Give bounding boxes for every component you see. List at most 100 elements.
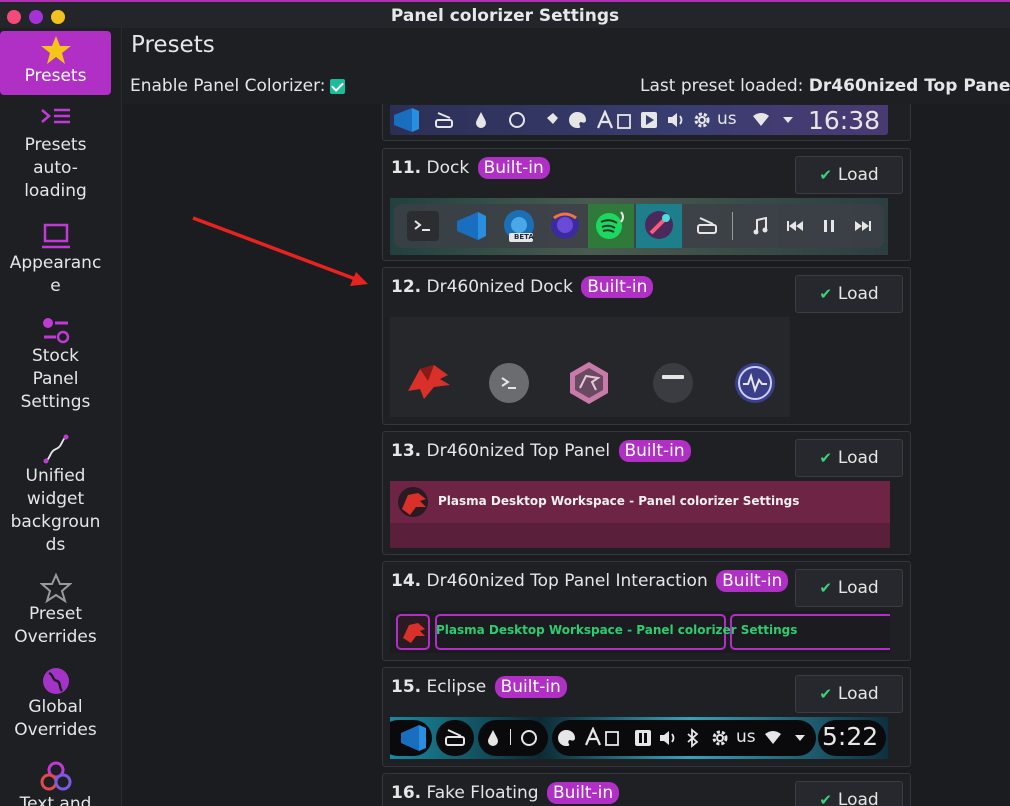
sidebar-item-label: ds <box>45 535 66 555</box>
color-circles-icon <box>40 761 71 791</box>
built-in-badge: Built-in <box>618 440 691 462</box>
star-outline-icon <box>39 573 72 603</box>
sidebar-item-stock-panel-settings[interactable]: Stock Panel Settings <box>0 315 111 414</box>
last-preset-status: Last preset loaded: Dr460nized Top Panel… <box>640 76 1010 96</box>
dragon-icon <box>403 623 425 643</box>
window-icon <box>653 363 693 403</box>
preset-name: Dr460nized Top Panel <box>426 441 611 461</box>
sidebar-item-presets[interactable]: Presets <box>0 31 111 95</box>
preset-title: 15. Eclipse Built-in <box>391 676 567 698</box>
dragon-icon <box>398 487 428 517</box>
preset-title: 12. Dr460nized Dock Built-in <box>391 276 654 298</box>
sidebar-item-label: Unified <box>25 466 86 486</box>
next-icon <box>855 221 871 231</box>
sidebar-item-label: Presets <box>24 66 87 86</box>
list-indent-icon <box>40 108 70 124</box>
preset-number: 16. <box>391 783 422 803</box>
sidebar-item-label: e <box>50 276 61 296</box>
preset-number: 14. <box>391 571 422 591</box>
preset-number: 15. <box>391 677 422 697</box>
tray-frame <box>730 614 890 650</box>
sidebar-item-preset-overrides[interactable]: Preset Overrides <box>0 573 111 649</box>
checkmark-icon: ✔ <box>819 166 832 184</box>
preset-number: 11. <box>391 158 422 178</box>
load-button[interactable]: ✔ Load <box>795 275 903 313</box>
preset-preview: Plasma Desktop Workspace - Panel coloriz… <box>390 611 890 653</box>
checkmark-icon: ✔ <box>819 791 832 806</box>
circle-icon <box>521 730 537 746</box>
previous-icon <box>787 221 803 231</box>
load-button[interactable]: ✔ Load <box>795 569 903 607</box>
divider <box>732 212 733 240</box>
load-button-label: Load <box>837 578 879 598</box>
checkmark-icon: ✔ <box>819 285 832 303</box>
last-preset-label: Last preset loaded: <box>640 76 804 96</box>
sidebar-item-presets-auto-loading[interactable]: Presets auto- loading <box>0 106 111 203</box>
preset-title: 13. Dr460nized Top Panel Built-in <box>391 440 691 462</box>
enable-panel-colorizer-checkbox[interactable] <box>330 79 345 94</box>
preset-preview: us 16:38 <box>390 105 888 135</box>
wifi-icon <box>765 731 781 744</box>
title-bar: Panel colorizer Settings <box>0 0 1010 28</box>
gear-icon <box>712 730 728 746</box>
clipboard-icon <box>617 114 631 129</box>
palette-icon <box>558 730 575 746</box>
droplet-icon <box>488 730 498 746</box>
preset-number: 13. <box>391 441 422 461</box>
sidebar-item-global-overrides[interactable]: Global Overrides <box>0 666 111 742</box>
sidebar-item-unified-widget-backgrounds[interactable]: Unified widget backgroun ds <box>0 433 111 557</box>
preset-card-dock: 11. Dock Built-in ✔ Load BETA <box>382 148 911 261</box>
divider <box>510 729 511 745</box>
last-preset-value: Dr460nized Top Panel <box>808 76 1010 96</box>
bluetooth-icon <box>687 728 699 748</box>
preset-card-dr460nized-dock: 12. Dr460nized Dock Built-in ✔ Load <box>382 267 911 425</box>
load-button[interactable]: ✔ Load <box>795 781 903 806</box>
network-icon <box>697 217 717 234</box>
load-button-label: Load <box>837 284 879 304</box>
font-icon <box>584 727 602 746</box>
preset-name: Dock <box>426 158 470 178</box>
vscode-icon <box>394 108 419 132</box>
sidebar-item-label: Settings <box>20 392 91 412</box>
sidebar-item-label: Preset <box>28 604 82 624</box>
preset-name: Eclipse <box>426 677 487 697</box>
checkmark-icon: ✔ <box>819 449 832 467</box>
network-icon <box>445 729 465 746</box>
beta-label: BETA <box>514 233 534 241</box>
dragon-icon <box>408 365 450 399</box>
page-title: Presets <box>131 32 215 58</box>
font-icon <box>596 110 614 129</box>
laptop-icon <box>41 223 70 249</box>
keyboard-layout: us <box>717 109 737 129</box>
load-button[interactable]: ✔ Load <box>795 439 903 477</box>
droplet-icon <box>476 112 486 128</box>
preset-card-fake-floating: 16. Fake Floating Built-in ✔ Load <box>382 773 911 806</box>
circle-icon <box>509 112 525 128</box>
load-button[interactable]: ✔ Load <box>795 156 903 194</box>
preset-card-previous: us 16:38 <box>382 104 911 141</box>
built-in-badge: Built-in <box>546 782 620 804</box>
panel-clock: 5:22 <box>822 722 879 751</box>
sidebar-item-appearance[interactable]: Appearanc e <box>0 222 111 298</box>
built-in-badge: Built-in <box>494 676 567 698</box>
star-icon <box>40 36 71 64</box>
presets-list[interactable]: us 16:38 11. Dock Built-in ✔ Load BETA 1… <box>123 104 1010 806</box>
load-button-label: Load <box>837 684 879 704</box>
volume-icon <box>668 113 683 127</box>
vscode-icon <box>457 212 486 240</box>
chevron-down-icon <box>795 735 805 741</box>
preset-title: 14. Dr460nized Top Panel Interaction Bui… <box>391 570 789 592</box>
load-button[interactable]: ✔ Load <box>795 675 903 713</box>
window-title: Panel colorizer Settings <box>390 6 620 26</box>
pin-icon <box>545 113 558 126</box>
terminal-icon <box>407 211 439 241</box>
preset-card-dr460nized-top-panel-interaction: 14. Dr460nized Top Panel Interaction Bui… <box>382 561 911 661</box>
load-button-label: Load <box>837 448 879 468</box>
sidebar-item-text-and[interactable]: Text and <box>0 761 111 806</box>
built-in-badge: Built-in <box>581 276 654 298</box>
sidebar-item-label: auto- <box>33 158 78 178</box>
presets-header: Presets Enable Panel Colorizer: Last pre… <box>123 28 1010 104</box>
music-icon <box>753 217 768 235</box>
system-monitor-icon <box>735 363 775 403</box>
vscode-icon <box>401 725 426 751</box>
